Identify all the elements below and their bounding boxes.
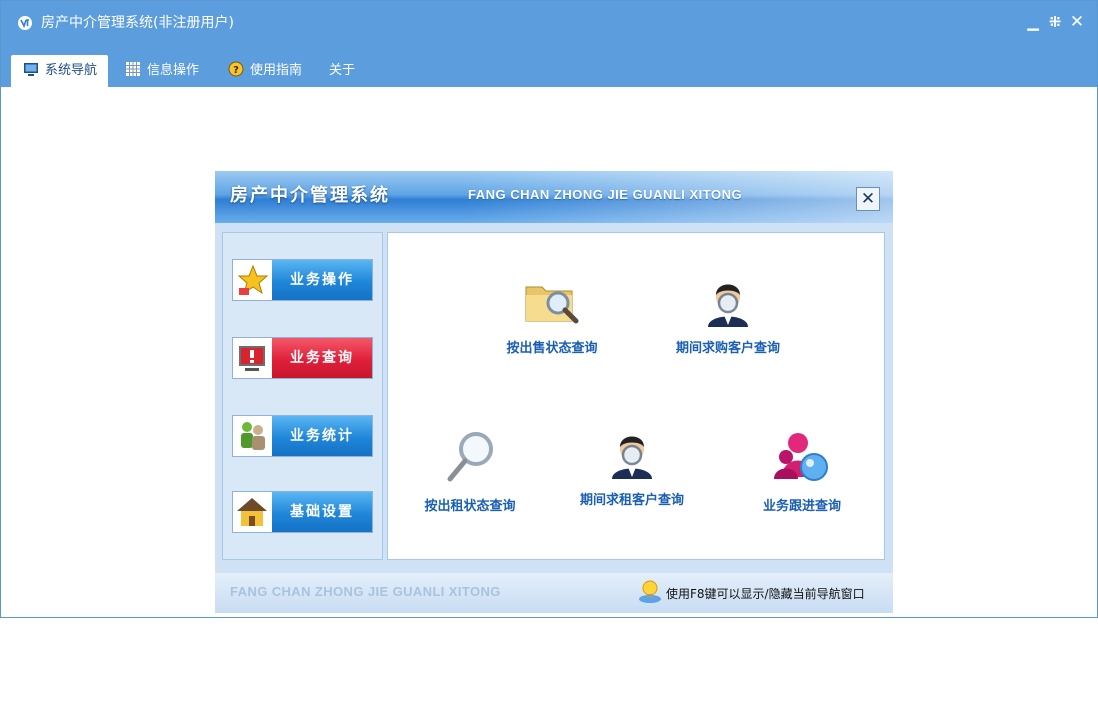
f8-hint: 使用F8键可以显示/隐藏当前导航窗口 xyxy=(666,587,865,601)
close-window-button[interactable]: ✕ xyxy=(1067,11,1087,33)
tab-label: 系统导航 xyxy=(45,63,98,78)
side-button-label: 基础设置 xyxy=(272,492,372,532)
people-stat-icon xyxy=(233,416,272,456)
dialog-title-english: FANG CHAN ZHONG JIE GUANLI XITONG xyxy=(468,187,743,202)
dialog-footer: FANG CHAN ZHONG JIE GUANLI XITONG 使用F8键可… xyxy=(215,573,893,613)
star-icon xyxy=(233,260,272,300)
business-statistics-button[interactable]: 业务统计 xyxy=(232,415,373,457)
footer-title-english: FANG CHAN ZHONG JIE GUANLI XITONG xyxy=(230,584,501,599)
side-button-label: 业务统计 xyxy=(272,416,372,456)
svg-text:?: ? xyxy=(233,65,239,76)
alert-monitor-icon xyxy=(233,338,272,378)
dialog-title: 房产中介管理系统 xyxy=(230,185,390,206)
user-search-icon xyxy=(612,436,652,479)
side-button-label: 业务查询 xyxy=(272,338,372,378)
query-label: 期间求购客户查询 xyxy=(675,341,780,356)
app-logo-icon xyxy=(18,16,32,30)
dialog-header: 房产中介管理系统 FANG CHAN ZHONG JIE GUANLI XITO… xyxy=(215,171,893,223)
minimize-button[interactable]: ▁ xyxy=(1023,11,1043,33)
tab-label: 信息操作 xyxy=(147,63,200,78)
business-operation-button[interactable]: 业务操作 xyxy=(232,259,373,301)
window-title: 房产中介管理系统(非注册用户) xyxy=(41,15,234,31)
basic-settings-button[interactable]: 基础设置 xyxy=(232,491,373,533)
title-bar: 房产中介管理系统(非注册用户) ▁ ⁜ ✕ xyxy=(1,1,1097,45)
query-label: 业务跟进查询 xyxy=(762,499,841,514)
sale-status-query[interactable]: 按出售状态查询 xyxy=(482,277,622,356)
house-icon xyxy=(233,492,272,532)
query-label: 期间求租客户查询 xyxy=(579,493,684,508)
user-search-icon xyxy=(708,284,748,327)
menu-bar: 系统导航 信息操作 ? 使用指南 关于 xyxy=(1,45,1097,87)
dialog-close-button[interactable]: ✕ xyxy=(856,187,880,211)
follow-up-query[interactable]: 业务跟进查询 xyxy=(742,429,862,514)
tab-system-navigation[interactable]: 系统导航 xyxy=(11,55,108,87)
rental-customer-query[interactable]: 期间求租客户查询 xyxy=(562,429,702,508)
tab-label: 使用指南 xyxy=(250,63,303,78)
category-sidebar: 业务操作 业务查询 业务统计 基础设置 xyxy=(222,232,383,560)
users-icon xyxy=(774,433,828,481)
lightbulb-icon xyxy=(639,580,661,603)
query-panel: 按出售状态查询 期间求购客户查询 按出租状态查询 期间求租客户查询 业务跟进查询 xyxy=(387,232,885,560)
tab-info-operation[interactable]: 信息操作 xyxy=(125,55,199,87)
monitor-icon xyxy=(24,63,38,76)
purchase-customer-query[interactable]: 期间求购客户查询 xyxy=(658,277,798,356)
business-query-button[interactable]: 业务查询 xyxy=(232,337,373,379)
grid-icon xyxy=(126,62,140,76)
help-icon: ? xyxy=(228,61,244,77)
tab-label: 关于 xyxy=(329,63,356,78)
tab-user-guide[interactable]: ? 使用指南 xyxy=(228,55,302,87)
restore-button[interactable]: ⁜ xyxy=(1045,11,1065,33)
magnifier-icon xyxy=(447,432,493,482)
tab-about[interactable]: 关于 xyxy=(329,55,355,87)
navigation-dialog: 房产中介管理系统 FANG CHAN ZHONG JIE GUANLI XITO… xyxy=(215,171,893,613)
side-button-label: 业务操作 xyxy=(272,260,372,300)
rent-status-query[interactable]: 按出租状态查询 xyxy=(410,429,530,514)
query-label: 按出租状态查询 xyxy=(424,499,516,514)
folder-search-icon xyxy=(525,286,579,324)
query-label: 按出售状态查询 xyxy=(506,341,598,356)
